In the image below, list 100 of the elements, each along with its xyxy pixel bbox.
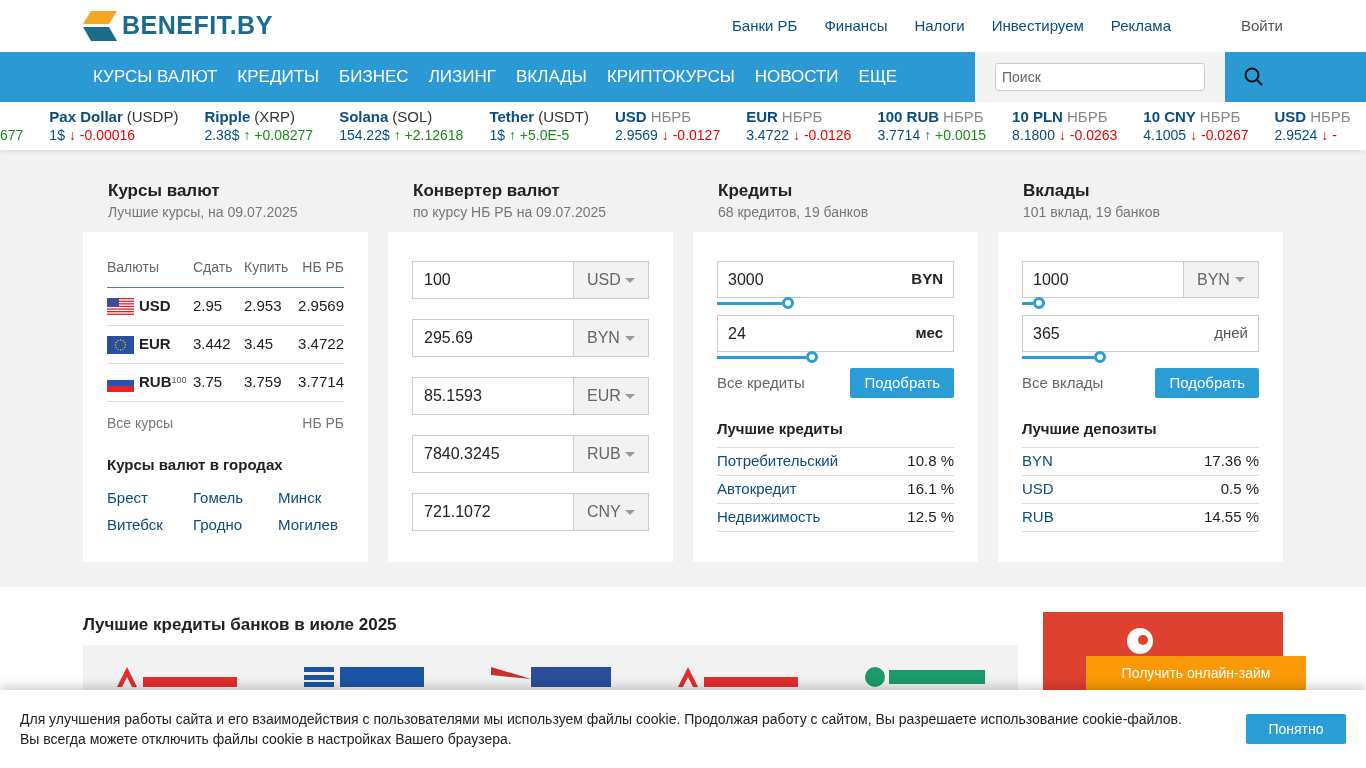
currency-code: USD: [139, 296, 171, 317]
column-header: НБ РБ: [301, 258, 344, 277]
city-link[interactable]: Брест: [107, 487, 193, 507]
currency-select[interactable]: EUR: [574, 377, 649, 415]
ticker-change: ↓ -0.0267: [1190, 126, 1249, 145]
ticker-change: ↓ -: [1321, 126, 1337, 145]
currency-select[interactable]: BYN: [574, 319, 649, 357]
section-title: Лучшие кредиты банков в июле 2025: [83, 614, 398, 636]
ticker-value: 154.22$: [339, 126, 390, 145]
ticker-value: 1$: [49, 126, 65, 145]
rate-text: 16.1 %: [907, 478, 954, 499]
section-title: Конвертер валют: [413, 180, 561, 202]
ticker-code: (XRP): [254, 107, 296, 126]
city-link[interactable]: Минск: [278, 487, 344, 507]
rate-text: 12.5 %: [907, 506, 954, 527]
ticker-name[interactable]: USD: [614, 107, 647, 126]
cities-title: Курсы валют в городах: [107, 455, 284, 475]
ticker-name[interactable]: 10 PLN: [1012, 107, 1063, 126]
top-link[interactable]: Банки РБ: [732, 14, 798, 38]
rate-cell-text: 3.75: [193, 372, 224, 393]
ticker-code: НБРБ: [781, 107, 823, 126]
city-link[interactable]: Могилев: [278, 514, 344, 534]
column-header: Валюты: [107, 258, 160, 277]
rate-cell-text: 3.45: [244, 334, 275, 355]
top-link[interactable]: Финансы: [824, 14, 888, 38]
amount-field[interactable]: 365 дней: [1022, 315, 1259, 352]
top-link[interactable]: Налоги: [914, 14, 965, 38]
ticker-change: ↑ +5.0E-5: [509, 126, 570, 145]
all-rates-link[interactable]: Все курсы: [107, 413, 173, 434]
ticker-code: (USDT): [538, 107, 589, 126]
ticker-name[interactable]: EUR: [746, 107, 778, 126]
ticker-change: ↓ -0.00016: [68, 126, 136, 145]
section-subtitle: 68 кредитов, 19 банков: [718, 203, 870, 222]
amount-field[interactable]: 295.69: [412, 319, 574, 357]
ticker-value: 1$: [489, 126, 505, 145]
section-title: Курсы валют: [108, 180, 221, 202]
rate-text: 14.55 %: [1203, 506, 1259, 527]
best-title: Лучшие кредиты: [717, 418, 954, 448]
amount-field[interactable]: 7840.3245: [412, 435, 574, 473]
ticker-name[interactable]: Ripple: [204, 107, 251, 126]
ticker-code: НБРБ: [650, 107, 692, 126]
amount-field[interactable]: 3000 BYN: [717, 261, 954, 298]
cookie-text: Для улучшения работы сайта и его взаимодействия с пользователями мы используем файлы cookie. Продолжая работу с сайтом, Вы разрешаете использование cookie-файлов. Вы всегда можете отключить файлы cookie в настройках Вашего браузера.: [20, 710, 1183, 749]
column-header: Сдать: [193, 258, 234, 277]
currency-code: EUR: [139, 334, 171, 355]
rate-cell-text: 2.9569: [297, 296, 344, 317]
ticker-name[interactable]: USD: [1274, 107, 1307, 126]
ticker-code: НБРБ: [1199, 107, 1241, 126]
logo-text[interactable]: BENEFIT.BY: [122, 7, 273, 45]
top-link[interactable]: Реклама: [1110, 14, 1171, 38]
ticker-name[interactable]: 10 CNY: [1143, 107, 1196, 126]
ticker-change: ↓ -0.0263: [1058, 126, 1118, 145]
ticker-value: 2.9524: [1274, 126, 1318, 145]
ticker-value: 4.1005: [1143, 126, 1187, 145]
ticker-code: НБРБ: [1066, 107, 1108, 126]
ticker-name[interactable]: Pax Dollar: [49, 107, 123, 126]
offer-link[interactable]: USD: [1022, 477, 1054, 501]
best-title: Лучшие депозиты: [1022, 418, 1259, 448]
ticker-change: ↑ +0.0015: [924, 126, 987, 145]
currency-select[interactable]: BYN: [1184, 261, 1259, 298]
ticker-name[interactable]: Tether: [489, 107, 535, 126]
city-link[interactable]: Витебск: [107, 514, 193, 534]
rate-cell-text: 2.95: [193, 296, 224, 317]
offer-link[interactable]: BYN: [1022, 449, 1053, 473]
all-link[interactable]: Все кредиты: [717, 371, 805, 395]
currency-select[interactable]: RUB: [574, 435, 649, 473]
offer-link[interactable]: RUB: [1022, 505, 1054, 529]
currency-select[interactable]: USD: [574, 261, 649, 299]
rate-cell-text: 3.7714: [297, 372, 344, 393]
amount-field[interactable]: 85.1593: [412, 377, 574, 415]
ticker-name[interactable]: Solana: [339, 107, 389, 126]
ticker-code: НБРБ: [943, 107, 984, 126]
all-link[interactable]: Все вклады: [1022, 371, 1104, 395]
city-link[interactable]: Гомель: [193, 487, 278, 507]
nbrb-link[interactable]: НБ РБ: [302, 413, 344, 434]
city-link[interactable]: Гродно: [193, 514, 278, 534]
ticker-change: 677: [0, 126, 24, 145]
ticker-value: 2.9569: [614, 126, 658, 145]
rate-cell-text: 3.759: [244, 372, 283, 393]
rate-cell-text: 2.953: [244, 296, 283, 317]
amount-field[interactable]: 100: [412, 261, 574, 299]
section-subtitle: 101 вклад, 19 банков: [1023, 203, 1162, 222]
rate-cell-text: 3.442: [193, 334, 232, 355]
ticker-code: (USDP): [126, 107, 179, 126]
ticker-change: ↓ -0.0126: [793, 126, 852, 145]
login-link[interactable]: Войти: [1241, 14, 1283, 38]
top-link[interactable]: Инвестируем: [991, 14, 1084, 38]
ticker-name[interactable]: 100 RUB: [877, 107, 940, 126]
offer-link[interactable]: Недвижимость: [717, 505, 821, 529]
ticker-value: 2.38$: [204, 126, 240, 145]
section-subtitle: Лучшие курсы, на 09.07.2025: [108, 203, 299, 222]
amount-field[interactable]: 24 мес: [717, 315, 954, 352]
offer-link[interactable]: Потребительский: [717, 449, 839, 473]
ticker-value: 8.1800: [1012, 126, 1055, 145]
amount-field[interactable]: 721.1072: [412, 493, 574, 531]
amount-field[interactable]: 1000: [1022, 261, 1184, 298]
offer-link[interactable]: Автокредит: [717, 477, 797, 501]
ticker-value: 3.7714: [877, 126, 921, 145]
currency-select[interactable]: CNY: [574, 493, 649, 531]
search-field[interactable]: Поиск: [995, 63, 1205, 91]
